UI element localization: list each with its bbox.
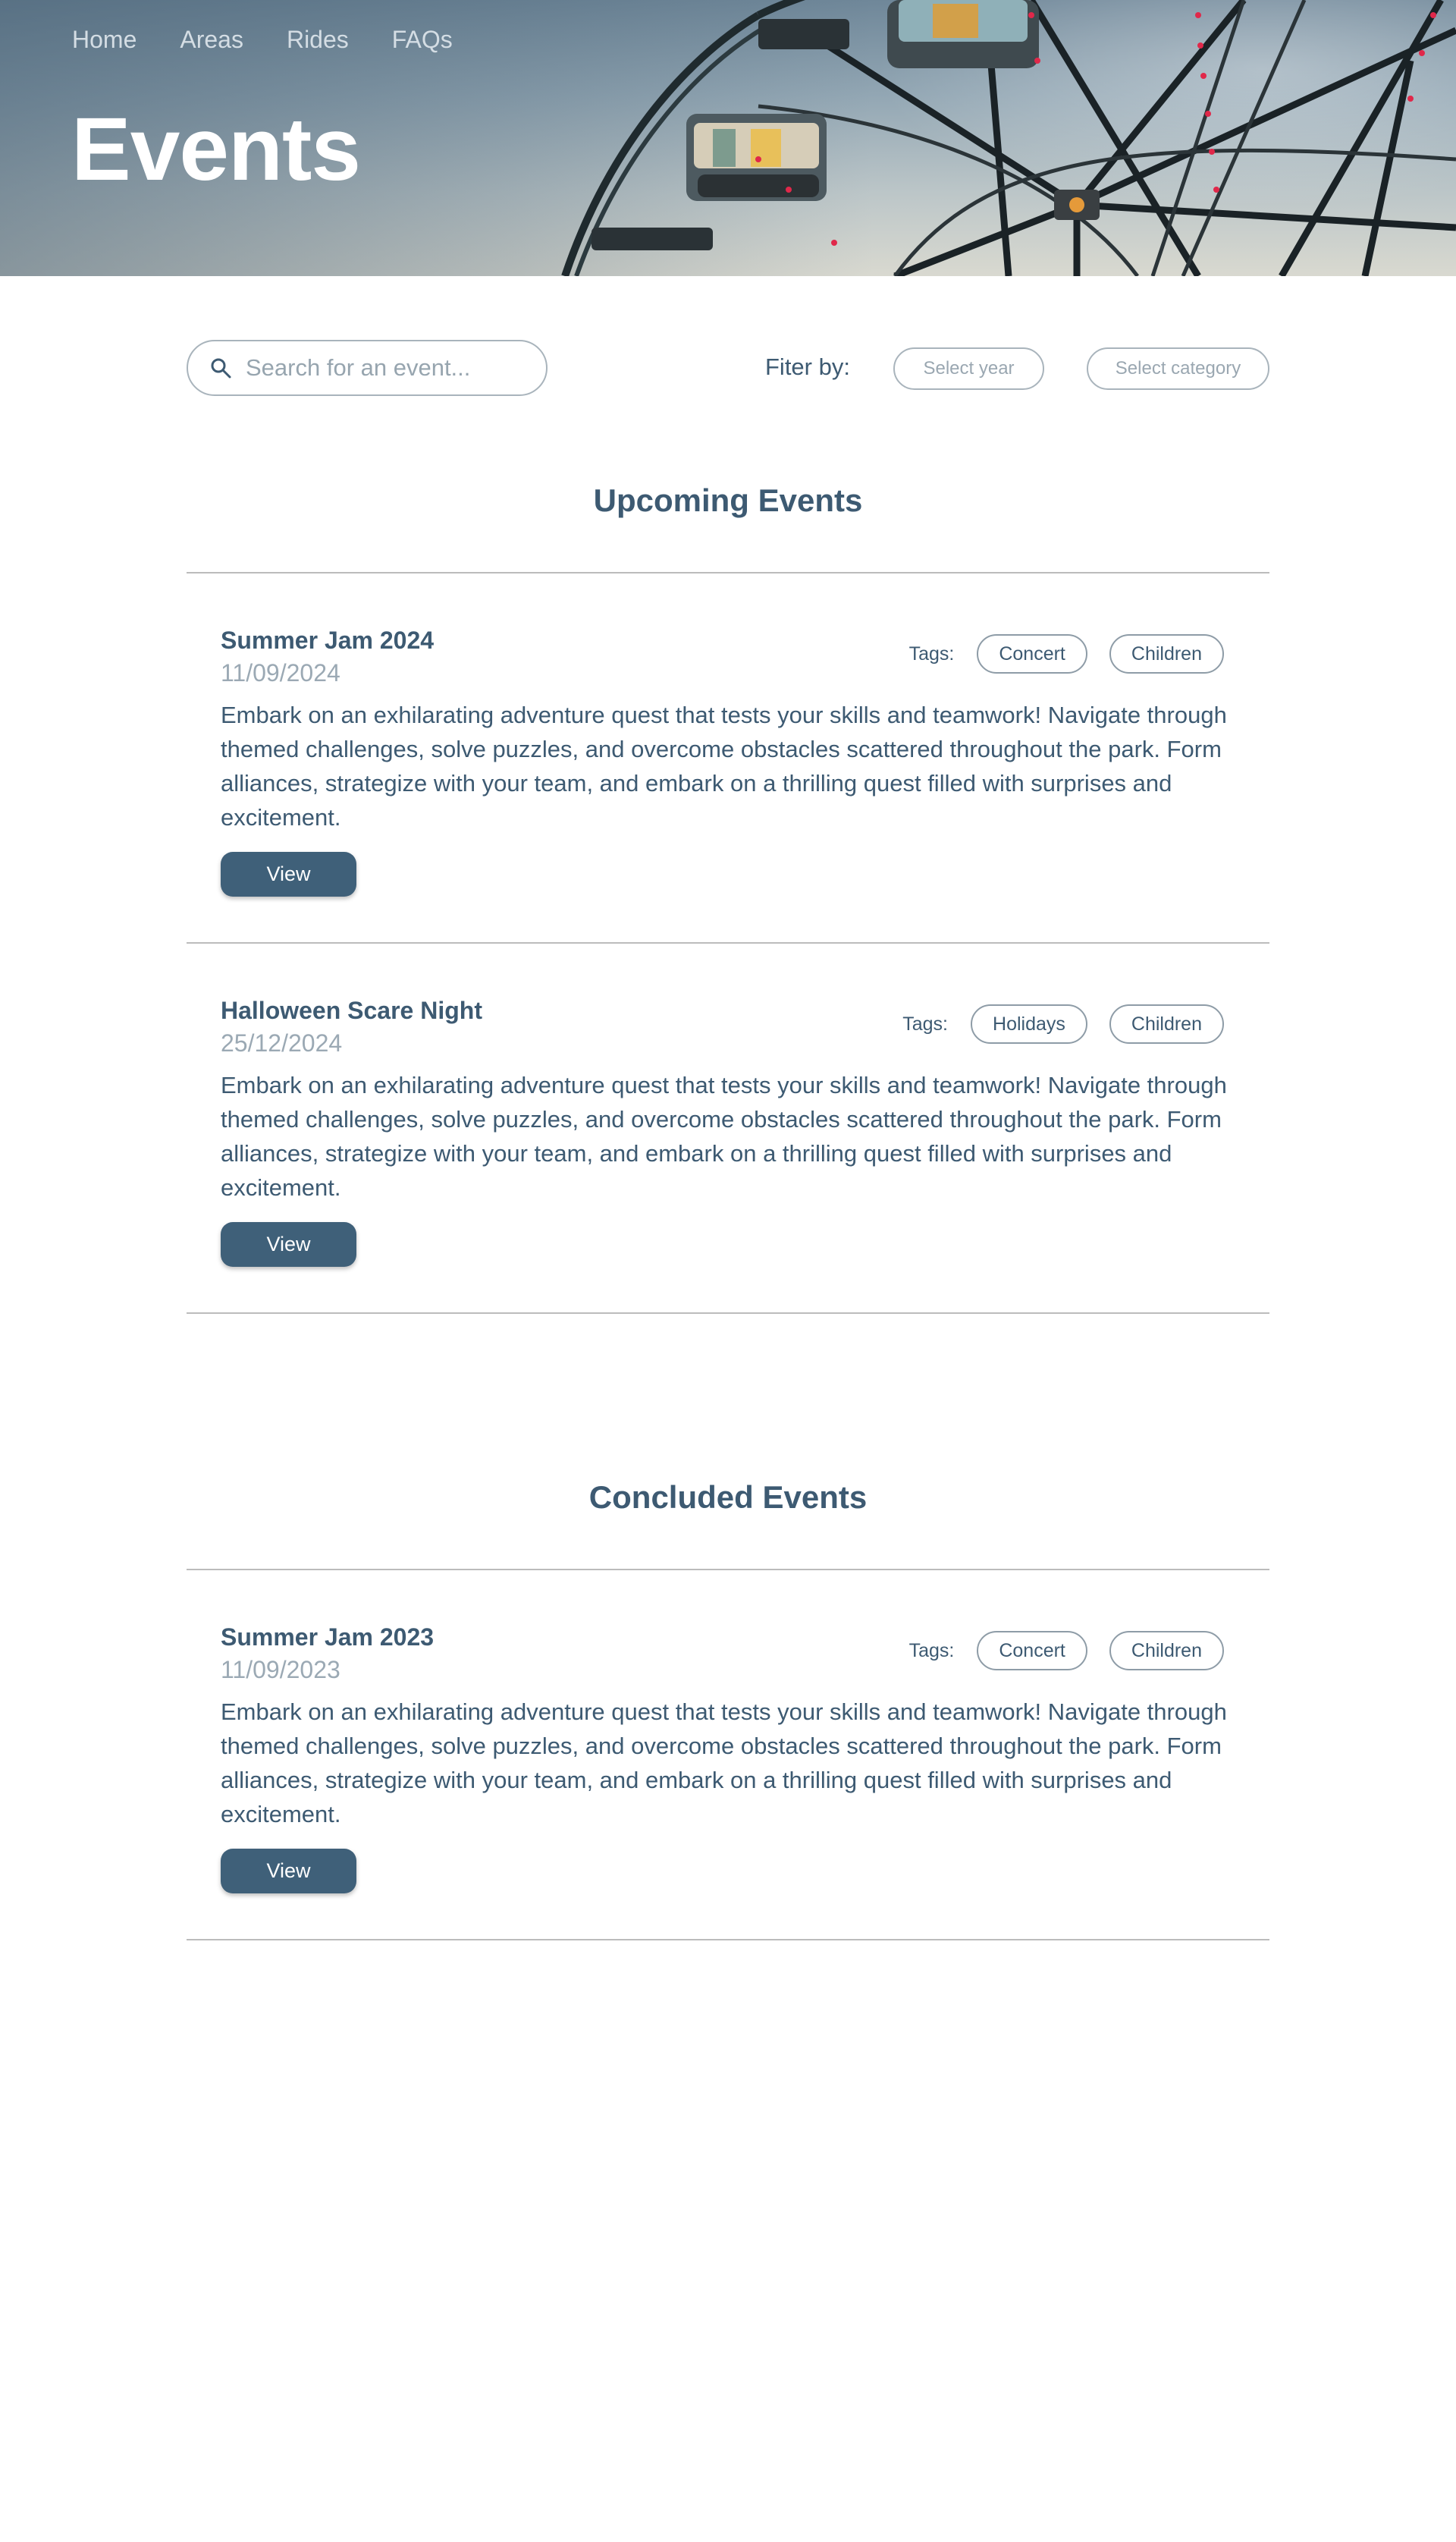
divider <box>187 572 1269 573</box>
filter-label: Fiter by: <box>765 353 850 380</box>
concluded-events-heading: Concluded Events <box>588 1479 868 1515</box>
nav-areas-link[interactable]: Areas <box>180 26 243 54</box>
event-description: Embark on an exhilarating adventure ques… <box>221 1698 1227 1827</box>
event-tags: Tags: Concert Children <box>909 1631 1224 1670</box>
tag-children[interactable]: Children <box>1109 1631 1224 1670</box>
nav-faqs-link[interactable]: FAQs <box>392 26 453 54</box>
category-select[interactable]: Select category <box>1087 347 1269 390</box>
tags-label: Tags: <box>902 1013 949 1035</box>
tag-concert[interactable]: Concert <box>977 1631 1087 1670</box>
event-card: Summer Jam 2024 11/09/2024 Tags: Concert… <box>221 627 1244 897</box>
divider <box>187 1312 1269 1314</box>
tag-concert[interactable]: Concert <box>977 634 1087 674</box>
main-nav: Home Areas Rides FAQs <box>72 26 496 54</box>
event-tags: Tags: Concert Children <box>909 634 1224 674</box>
hero-banner: Home Areas Rides FAQs Events <box>0 0 1456 276</box>
view-button[interactable]: View <box>221 1849 356 1893</box>
view-button[interactable]: View <box>221 852 356 897</box>
page-title: Events <box>71 99 361 200</box>
nav-rides-link[interactable]: Rides <box>287 26 349 54</box>
search-box[interactable] <box>187 340 548 396</box>
nav-home-link[interactable]: Home <box>72 26 136 54</box>
tag-holidays[interactable]: Holidays <box>971 1004 1087 1044</box>
divider <box>187 1939 1269 1940</box>
search-input[interactable] <box>246 354 519 382</box>
view-button[interactable]: View <box>221 1222 356 1267</box>
event-card: Halloween Scare Night 25/12/2024 Tags: H… <box>221 997 1244 1267</box>
divider <box>187 1569 1269 1570</box>
tags-label: Tags: <box>908 643 955 665</box>
tag-children[interactable]: Children <box>1109 634 1224 674</box>
event-tags: Tags: Holidays Children <box>902 1004 1224 1044</box>
year-select[interactable]: Select year <box>893 347 1044 390</box>
tag-children[interactable]: Children <box>1109 1004 1224 1044</box>
event-card: Summer Jam 2023 11/09/2023 Tags: Concert… <box>221 1623 1244 1893</box>
search-icon <box>211 358 231 379</box>
event-description: Embark on an exhilarating adventure ques… <box>221 702 1227 831</box>
upcoming-events-heading: Upcoming Events <box>593 482 863 518</box>
tags-label: Tags: <box>908 1639 955 1661</box>
divider <box>187 942 1269 944</box>
event-description: Embark on an exhilarating adventure ques… <box>221 1072 1227 1201</box>
